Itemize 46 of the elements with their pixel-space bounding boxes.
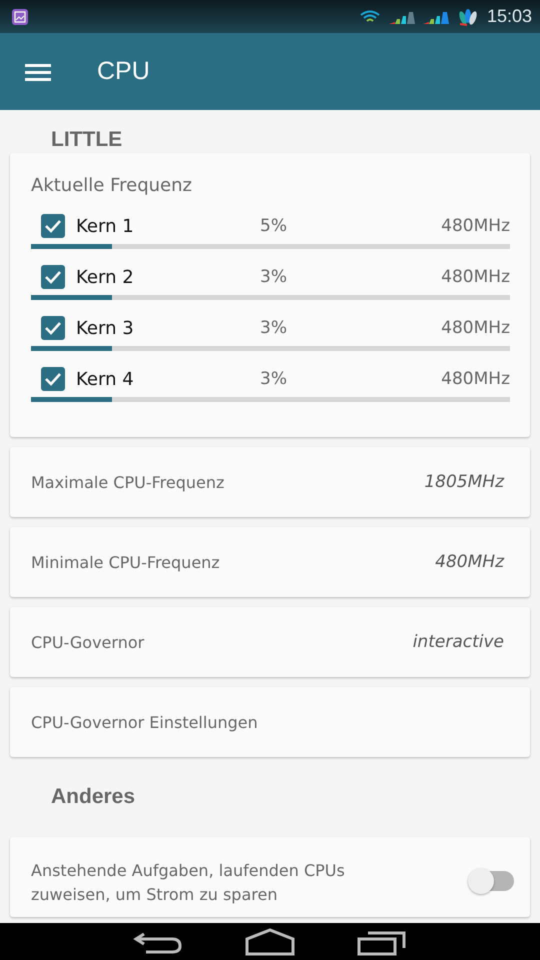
- setting-label: Minimale CPU-Frequenz: [31, 552, 221, 572]
- signal-icon: [388, 10, 415, 24]
- check-icon: [44, 270, 62, 284]
- wifi-icon: [358, 10, 381, 24]
- petal-icon: [456, 8, 479, 26]
- checkbox[interactable]: [41, 214, 65, 238]
- home-icon: [244, 928, 296, 956]
- setting-value: interactive: [412, 632, 504, 652]
- gallery-icon: [12, 8, 28, 24]
- card[interactable]: CPU-Governor interactive: [10, 607, 530, 677]
- setting-value: 1805MHz: [424, 472, 504, 492]
- core-frequency: 480MHz: [441, 267, 510, 287]
- setting-label: CPU-Governor: [31, 632, 146, 652]
- core-name: Kern 3: [76, 318, 135, 338]
- core-name: Kern 4: [76, 368, 135, 390]
- core-usage: 3%: [260, 369, 288, 389]
- core-usage: 3%: [260, 318, 288, 338]
- card[interactable]: Anstehende Aufgaben, laufenden CPUs zuweisen, um Strom zu sparen: [10, 837, 530, 917]
- checkbox[interactable]: [41, 316, 65, 340]
- core-name: Kern 1: [76, 216, 135, 236]
- core-frequency: 480MHz: [441, 318, 510, 338]
- section-heading: Anderes: [50, 784, 136, 809]
- core-frequency: 480MHz: [441, 369, 510, 389]
- setting-label: Anstehende Aufgaben, laufenden CPUs zuweisen, um Strom zu sparen: [31, 860, 346, 906]
- card[interactable]: CPU-Governor Einstellungen: [10, 687, 530, 757]
- check-icon: [44, 321, 62, 335]
- check-icon: [44, 219, 62, 233]
- core-frequency: 480MHz: [441, 216, 510, 236]
- checkbox[interactable]: [41, 367, 65, 391]
- setting-label: CPU-Governor Einstellungen: [31, 712, 259, 732]
- card[interactable]: Maximale CPU-Frequenz 1805MHz: [10, 447, 530, 517]
- core-usage: 3%: [260, 267, 288, 287]
- clock-time: 15:03: [486, 6, 532, 27]
- home-button[interactable]: [244, 928, 296, 956]
- menu-icon: [25, 62, 51, 82]
- core-name: Kern 2: [76, 266, 135, 288]
- screen-title: CPU: [97, 57, 150, 86]
- setting-label: Maximale CPU-Frequenz: [31, 472, 226, 492]
- section-heading: LITTLE: [50, 127, 124, 152]
- card-title: Aktuelle Frequenz: [31, 175, 193, 196]
- setting-value: 480MHz: [435, 552, 504, 572]
- checkbox[interactable]: [41, 265, 65, 289]
- core-usage: 5%: [260, 216, 288, 236]
- check-icon: [44, 372, 62, 386]
- signal-icon: [422, 10, 449, 24]
- card[interactable]: Minimale CPU-Frequenz 480MHz: [10, 527, 530, 597]
